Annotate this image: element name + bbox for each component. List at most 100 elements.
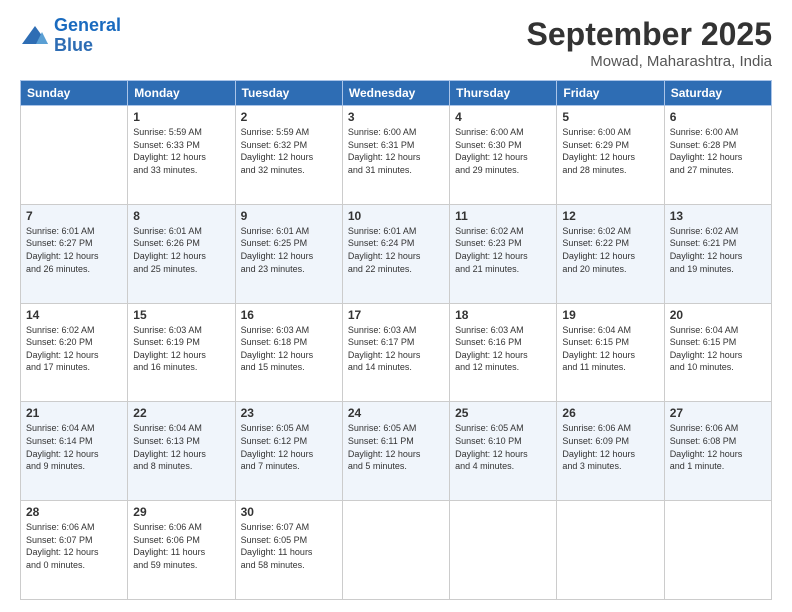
calendar-cell: [664, 501, 771, 600]
page: General Blue September 2025 Mowad, Mahar…: [0, 0, 792, 612]
calendar-body: 1Sunrise: 5:59 AM Sunset: 6:33 PM Daylig…: [21, 106, 772, 600]
calendar-cell: 3Sunrise: 6:00 AM Sunset: 6:31 PM Daylig…: [342, 106, 449, 205]
day-number: 18: [455, 308, 551, 322]
calendar-cell: 27Sunrise: 6:06 AM Sunset: 6:08 PM Dayli…: [664, 402, 771, 501]
calendar-cell: 5 Sunrise: 6:00 AM Sunset: 6:29 PM Daylig…: [557, 106, 664, 205]
day-number: 10: [348, 209, 444, 223]
day-number: 15: [133, 308, 229, 322]
weekday-header: Thursday: [450, 81, 557, 106]
day-number: 24: [348, 406, 444, 420]
week-row: 28 Sunrise: 6:06 AM Sunset: 6:07 PM Dayli…: [21, 501, 772, 600]
calendar-cell: 2 Sunrise: 5:59 AM Sunset: 6:32 PM Daylig…: [235, 106, 342, 205]
day-number: 29: [133, 505, 229, 519]
logo-line1: General: [54, 15, 121, 35]
calendar-cell: 24 Sunrise: 6:05 AM Sunset: 6:11 PM Dayli…: [342, 402, 449, 501]
day-number: 14: [26, 308, 122, 322]
month-title: September 2025: [527, 16, 772, 53]
calendar-cell: [557, 501, 664, 600]
day-number: 9: [241, 209, 337, 223]
calendar-cell: 30Sunrise: 6:07 AM Sunset: 6:05 PM Dayli…: [235, 501, 342, 600]
day-info: Sunrise: 6:02 AM Sunset: 6:21 PM Dayligh…: [670, 225, 766, 275]
calendar-header: SundayMondayTuesdayWednesdayThursdayFrid…: [21, 81, 772, 106]
calendar-cell: 17 Sunrise: 6:03 AM Sunset: 6:17 PM Dayli…: [342, 303, 449, 402]
calendar-cell: 19 Sunrise: 6:04 AM Sunset: 6:15 PM Dayli…: [557, 303, 664, 402]
logo-text: General Blue: [54, 16, 121, 56]
day-number: 27: [670, 406, 766, 420]
week-row: 1Sunrise: 5:59 AM Sunset: 6:33 PM Daylig…: [21, 106, 772, 205]
day-info: Sunrise: 6:06 AM Sunset: 6:06 PM Dayligh…: [133, 521, 229, 571]
calendar-cell: 7 Sunrise: 6:01 AM Sunset: 6:27 PM Daylig…: [21, 204, 128, 303]
day-info: Sunrise: 6:00 AM Sunset: 6:30 PM Dayligh…: [455, 126, 551, 176]
day-number: 13: [670, 209, 766, 223]
day-info: Sunrise: 5:59 AM Sunset: 6:32 PM Dayligh…: [241, 126, 337, 176]
day-number: 6: [670, 110, 766, 124]
weekday-header: Saturday: [664, 81, 771, 106]
week-row: 21 Sunrise: 6:04 AM Sunset: 6:14 PM Dayli…: [21, 402, 772, 501]
calendar-cell: [342, 501, 449, 600]
day-info: Sunrise: 6:00 AM Sunset: 6:28 PM Dayligh…: [670, 126, 766, 176]
calendar-cell: [450, 501, 557, 600]
day-info: Sunrise: 6:06 AM Sunset: 6:07 PM Dayligh…: [26, 521, 122, 571]
day-info: Sunrise: 6:03 AM Sunset: 6:16 PM Dayligh…: [455, 324, 551, 374]
calendar-cell: 20Sunrise: 6:04 AM Sunset: 6:15 PM Dayli…: [664, 303, 771, 402]
day-info: Sunrise: 6:04 AM Sunset: 6:13 PM Dayligh…: [133, 422, 229, 472]
weekday-header: Tuesday: [235, 81, 342, 106]
day-info: Sunrise: 6:04 AM Sunset: 6:14 PM Dayligh…: [26, 422, 122, 472]
day-info: Sunrise: 6:01 AM Sunset: 6:24 PM Dayligh…: [348, 225, 444, 275]
day-info: Sunrise: 6:05 AM Sunset: 6:11 PM Dayligh…: [348, 422, 444, 472]
weekday-row: SundayMondayTuesdayWednesdayThursdayFrid…: [21, 81, 772, 106]
logo: General Blue: [20, 16, 121, 56]
day-number: 28: [26, 505, 122, 519]
day-number: 1: [133, 110, 229, 124]
day-info: Sunrise: 6:03 AM Sunset: 6:18 PM Dayligh…: [241, 324, 337, 374]
week-row: 14Sunrise: 6:02 AM Sunset: 6:20 PM Dayli…: [21, 303, 772, 402]
day-number: 8: [133, 209, 229, 223]
calendar-cell: 6 Sunrise: 6:00 AM Sunset: 6:28 PM Daylig…: [664, 106, 771, 205]
calendar-cell: 25 Sunrise: 6:05 AM Sunset: 6:10 PM Dayli…: [450, 402, 557, 501]
calendar-cell: 15Sunrise: 6:03 AM Sunset: 6:19 PM Dayli…: [128, 303, 235, 402]
weekday-header: Wednesday: [342, 81, 449, 106]
day-info: Sunrise: 6:01 AM Sunset: 6:27 PM Dayligh…: [26, 225, 122, 275]
day-info: Sunrise: 6:02 AM Sunset: 6:22 PM Dayligh…: [562, 225, 658, 275]
day-number: 4: [455, 110, 551, 124]
day-number: 5: [562, 110, 658, 124]
day-number: 12: [562, 209, 658, 223]
day-number: 25: [455, 406, 551, 420]
day-info: Sunrise: 6:06 AM Sunset: 6:09 PM Dayligh…: [562, 422, 658, 472]
day-info: Sunrise: 6:04 AM Sunset: 6:15 PM Dayligh…: [562, 324, 658, 374]
calendar-cell: 29 Sunrise: 6:06 AM Sunset: 6:06 PM Dayli…: [128, 501, 235, 600]
day-number: 20: [670, 308, 766, 322]
day-number: 2: [241, 110, 337, 124]
day-number: 26: [562, 406, 658, 420]
calendar-cell: 13 Sunrise: 6:02 AM Sunset: 6:21 PM Dayli…: [664, 204, 771, 303]
day-number: 7: [26, 209, 122, 223]
calendar-cell: 22 Sunrise: 6:04 AM Sunset: 6:13 PM Dayli…: [128, 402, 235, 501]
day-number: 21: [26, 406, 122, 420]
day-number: 16: [241, 308, 337, 322]
calendar-table: SundayMondayTuesdayWednesdayThursdayFrid…: [20, 80, 772, 600]
location: Mowad, Maharashtra, India: [527, 53, 772, 70]
calendar-cell: 8 Sunrise: 6:01 AM Sunset: 6:26 PM Daylig…: [128, 204, 235, 303]
day-info: Sunrise: 6:01 AM Sunset: 6:25 PM Dayligh…: [241, 225, 337, 275]
day-number: 3: [348, 110, 444, 124]
logo-icon: [20, 24, 50, 48]
day-number: 17: [348, 308, 444, 322]
calendar-cell: 23 Sunrise: 6:05 AM Sunset: 6:12 PM Dayli…: [235, 402, 342, 501]
day-number: 22: [133, 406, 229, 420]
day-number: 11: [455, 209, 551, 223]
calendar-cell: 4 Sunrise: 6:00 AM Sunset: 6:30 PM Daylig…: [450, 106, 557, 205]
day-number: 23: [241, 406, 337, 420]
day-info: Sunrise: 6:07 AM Sunset: 6:05 PM Dayligh…: [241, 521, 337, 571]
calendar-cell: 28 Sunrise: 6:06 AM Sunset: 6:07 PM Dayli…: [21, 501, 128, 600]
day-info: Sunrise: 6:01 AM Sunset: 6:26 PM Dayligh…: [133, 225, 229, 275]
day-info: Sunrise: 6:05 AM Sunset: 6:10 PM Dayligh…: [455, 422, 551, 472]
week-row: 7 Sunrise: 6:01 AM Sunset: 6:27 PM Daylig…: [21, 204, 772, 303]
day-info: Sunrise: 6:03 AM Sunset: 6:17 PM Dayligh…: [348, 324, 444, 374]
calendar-cell: 12 Sunrise: 6:02 AM Sunset: 6:22 PM Dayli…: [557, 204, 664, 303]
weekday-header: Sunday: [21, 81, 128, 106]
day-info: Sunrise: 6:05 AM Sunset: 6:12 PM Dayligh…: [241, 422, 337, 472]
day-number: 19: [562, 308, 658, 322]
day-info: Sunrise: 6:00 AM Sunset: 6:29 PM Dayligh…: [562, 126, 658, 176]
calendar-cell: 26 Sunrise: 6:06 AM Sunset: 6:09 PM Dayli…: [557, 402, 664, 501]
weekday-header: Monday: [128, 81, 235, 106]
